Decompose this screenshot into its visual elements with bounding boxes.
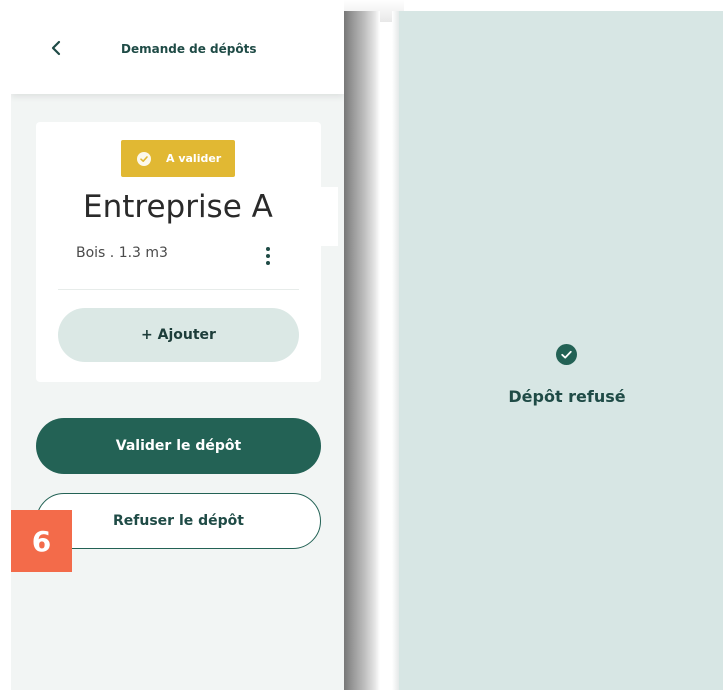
status-message: Dépôt refusé bbox=[508, 387, 626, 406]
refuse-deposit-button[interactable]: Refuser le dépôt bbox=[36, 493, 321, 549]
check-circle-icon bbox=[556, 344, 577, 365]
app-header: Demande de dépôts bbox=[11, 11, 344, 94]
shadow-decoration bbox=[392, 11, 399, 690]
check-circle-icon bbox=[137, 151, 151, 166]
left-screen: Demande de dépôts A valider Entreprise A… bbox=[11, 11, 344, 690]
deposit-card: A valider Entreprise A Bois . 1.3 m3 + A… bbox=[36, 122, 338, 382]
add-button[interactable]: + Ajouter bbox=[58, 308, 299, 362]
chevron-left-icon[interactable] bbox=[49, 39, 65, 57]
validate-deposit-button[interactable]: Valider le dépôt bbox=[36, 418, 321, 474]
shadow-decoration bbox=[344, 11, 380, 690]
status-badge: A valider bbox=[121, 140, 235, 177]
divider bbox=[58, 289, 299, 290]
page-title: Demande de dépôts bbox=[121, 42, 257, 56]
step-number-badge: 6 bbox=[11, 510, 72, 572]
material-info: Bois . 1.3 m3 bbox=[76, 245, 168, 261]
more-vertical-icon[interactable] bbox=[260, 244, 276, 268]
right-screen: Dépôt refusé bbox=[399, 11, 723, 690]
status-badge-label: A valider bbox=[166, 152, 222, 165]
company-name: Entreprise A bbox=[81, 187, 338, 246]
